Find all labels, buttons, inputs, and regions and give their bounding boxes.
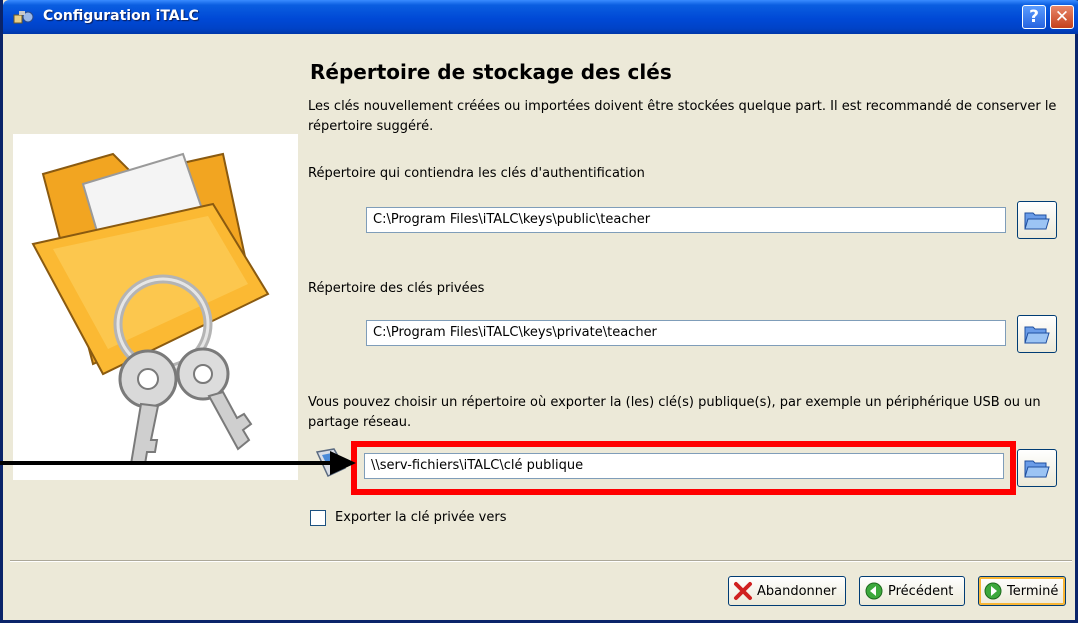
window-title: Configuration iTALC [43,8,199,24]
open-folder-icon [1024,212,1050,230]
back-button-label: Précédent [888,583,954,599]
auth-dir-label: Répertoire qui contiendra les clés d'aut… [308,166,645,181]
finish-icon [984,582,1002,600]
cancel-button-label: Abandonner [757,583,837,599]
footer-separator [10,560,1072,562]
pointer-arrow-head-icon [330,451,356,475]
app-icon [13,11,34,24]
back-icon [865,582,883,600]
auth-dir-input[interactable]: C:\Program Files\iTALC\keys\public\teach… [366,207,1006,233]
auth-dir-browse-button[interactable] [1017,201,1057,239]
folder-keys-icon [31,152,270,465]
finish-button[interactable]: Terminé [978,576,1066,606]
help-button[interactable]: ? [1022,5,1046,29]
export-private-label[interactable]: Exporter la clé privée vers [335,510,506,525]
page-description: Les clés nouvellement créées ou importée… [308,99,1057,134]
title-bar[interactable]: Configuration iTALC ? ✕ [3,0,1078,34]
finish-button-label: Terminé [1007,583,1059,599]
cancel-button[interactable]: Abandonner [728,576,846,606]
wizard-image-panel [13,134,298,480]
back-button[interactable]: Précédent [859,576,965,606]
cancel-icon [734,582,752,600]
open-folder-icon [1024,460,1050,478]
page-heading: Répertoire de stockage des clés [310,60,672,84]
export-dir-label: Vous pouvez choisir un répertoire où exp… [308,395,1041,430]
close-button[interactable]: ✕ [1050,5,1074,29]
export-private-checkbox[interactable] [310,510,326,526]
private-dir-input[interactable]: C:\Program Files\iTALC\keys\private\teac… [366,320,1006,346]
help-icon: ? [1029,7,1039,27]
close-icon: ✕ [1054,7,1070,27]
open-folder-icon [1024,326,1050,344]
pointer-arrow-line [0,461,336,465]
private-dir-browse-button[interactable] [1017,315,1057,353]
export-dir-browse-button[interactable] [1017,449,1057,487]
private-dir-label: Répertoire des clés privées [308,281,485,296]
highlight-box [351,441,1016,495]
